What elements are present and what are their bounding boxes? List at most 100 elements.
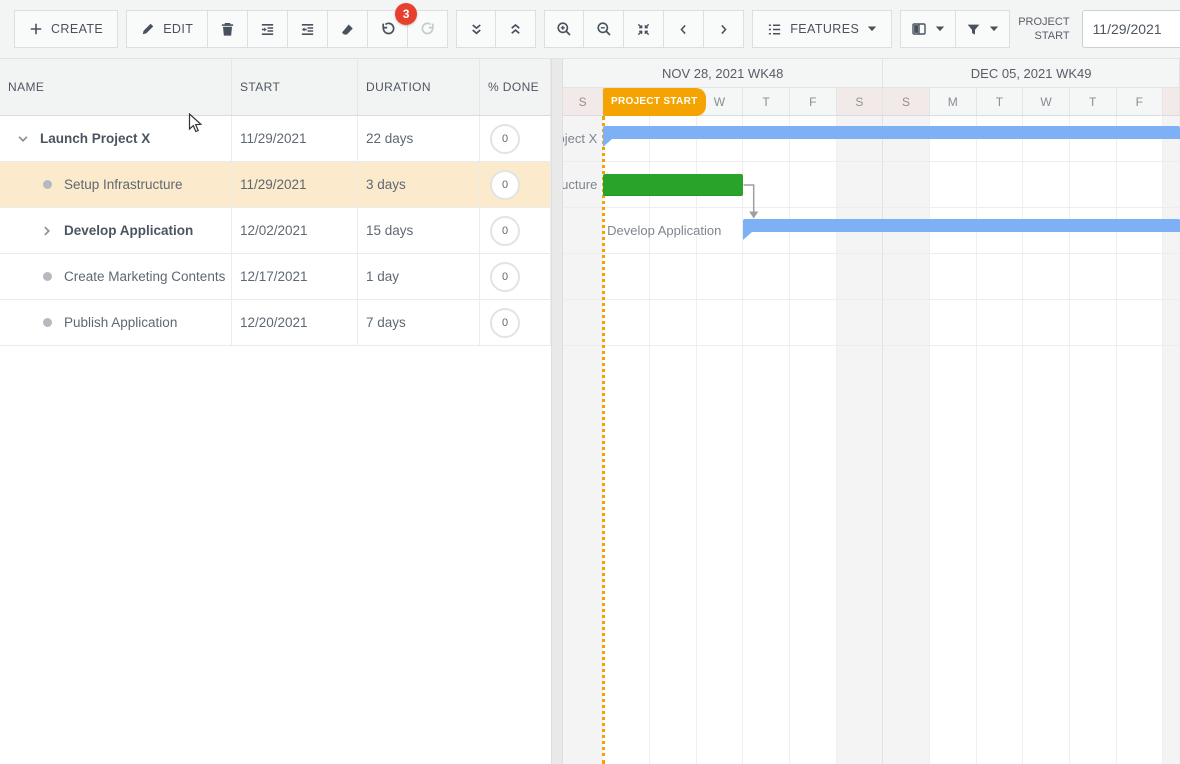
task-row[interactable]: Setup Infrastructure 11/29/20213 days0 [0,162,551,208]
eraser-button[interactable] [328,10,368,48]
column-header-name[interactable]: NAME [0,59,232,115]
timeline-row-line [563,300,1180,346]
leaf-bullet-icon [43,318,52,327]
toolbar: CREATE EDIT 3 [0,0,1180,59]
features-group: FEATURES [752,10,892,48]
column-header-duration[interactable]: DURATION [358,59,480,115]
expand-collapse-group [456,10,536,48]
task-name: Launch Project X [40,131,150,146]
grid-header: NAMESTARTDURATION% DONE [0,59,551,116]
project-start-marker-label: PROJECT START [603,88,706,116]
start-cell[interactable]: 12/02/2021 [232,208,358,253]
start-cell[interactable]: 12/17/2021 [232,254,358,299]
edit-button[interactable]: EDIT [126,10,208,48]
percent-done-cell[interactable]: 0 [480,116,551,161]
start-cell[interactable]: 12/20/2021 [232,300,358,345]
double-chevron-down-icon [469,22,484,37]
duration-cell[interactable]: 1 day [358,254,480,299]
columns-dropdown-button[interactable] [900,10,956,48]
timeline-day-header: PROJECT START SWTFSSMTWTF [563,88,1180,116]
name-cell[interactable]: Develop Application [0,208,232,253]
column-header-start[interactable]: START [232,59,358,115]
day-header-cell: S [563,88,603,115]
parent-bar-end-triangle [743,232,752,240]
task-row[interactable]: Publish Application12/20/20217 days0 [0,300,551,346]
name-cell[interactable]: Publish Application [0,300,232,345]
name-cell[interactable]: Create Marketing Contents [0,254,232,299]
day-header-cell: S [837,88,884,115]
task-row[interactable]: Launch Project X 11/29/202122 days 0 [0,116,551,162]
percent-done-badge: 0 [490,124,520,154]
delete-button[interactable] [208,10,248,48]
chevron-down-icon[interactable] [16,132,30,146]
create-label: CREATE [51,22,103,36]
timeline-body: Launch Project XSetup InfrastructureDeve… [563,116,1180,764]
start-cell[interactable]: 11/29/2021 [232,116,358,161]
duration-cell[interactable]: 7 days [358,300,480,345]
outdent-button[interactable] [288,10,328,48]
day-header-cell: S [883,88,930,115]
percent-done-cell[interactable]: 0 [480,254,551,299]
task-bar-develop-application[interactable] [743,219,1180,232]
duration-cell[interactable]: 3 days [358,162,480,207]
gantt-app: CREATE EDIT 3 [0,0,1180,764]
duration-cell[interactable]: 22 days [358,116,480,161]
expand-all-button[interactable] [456,10,496,48]
name-cell[interactable]: Setup Infrastructure [0,162,232,207]
features-dropdown-button[interactable]: FEATURES [752,10,892,48]
task-row[interactable]: Develop Application12/02/202115 days 0 [0,208,551,254]
task-name: Setup Infrastructure [64,177,183,192]
column-filter-group [900,10,1010,48]
redo-icon [420,21,436,37]
trash-icon [220,22,235,37]
column-header--done[interactable]: % DONE [480,59,551,115]
leaf-icon [40,272,54,281]
day-header-cell [1163,88,1180,115]
caret-down-icon [935,25,945,33]
filter-icon [966,22,981,37]
pencil-icon [141,22,155,36]
percent-done-badge: 0 [490,216,520,246]
day-header-cell: T [743,88,790,115]
plus-icon [29,22,43,36]
task-bar-label: Launch Project X [563,116,597,162]
shift-previous-button[interactable] [664,10,704,48]
task-row[interactable]: Create Marketing Contents12/17/20211 day… [0,254,551,300]
task-bar-launch-project-x[interactable] [603,126,1180,139]
checklist-icon [767,22,782,37]
day-header-cell: F [1117,88,1164,115]
project-start-date-input[interactable] [1093,21,1179,37]
week-header-cell: DEC 05, 2021 WK49 [883,59,1180,88]
start-cell[interactable]: 11/29/2021 [232,162,358,207]
filter-dropdown-button[interactable] [956,10,1010,48]
create-button[interactable]: CREATE [14,10,118,48]
eraser-icon [340,22,355,37]
day-header-cell: M [930,88,977,115]
leaf-bullet-icon [43,180,52,189]
leaf-icon [40,318,54,327]
task-bar-setup-infrastructure[interactable] [603,174,743,196]
percent-done-cell[interactable]: 0 [480,162,551,207]
collapse-all-button[interactable] [496,10,536,48]
timeline-pane: NOV 28, 2021 WK48DEC 05, 2021 WK49 PROJE… [563,59,1180,764]
percent-done-cell[interactable]: 0 [480,300,551,345]
timeline-row-line [563,116,1180,162]
edit-group: EDIT 3 [126,10,448,48]
caret-down-icon [989,25,999,33]
zoom-in-button[interactable] [544,10,584,48]
undo-button[interactable]: 3 [368,10,408,48]
zoom-out-button[interactable] [584,10,624,48]
zoom-in-icon [556,21,572,37]
project-start-field-label: PROJECT START [1018,15,1069,44]
shift-next-button[interactable] [704,10,744,48]
percent-done-cell[interactable]: 0 [480,208,551,253]
indent-button[interactable] [248,10,288,48]
name-cell[interactable]: Launch Project X [0,116,232,161]
leaf-bullet-icon [43,272,52,281]
chevron-right-icon[interactable] [40,224,54,238]
project-start-date-field[interactable] [1082,10,1180,48]
pane-splitter[interactable] [551,59,563,764]
zoom-to-fit-button[interactable] [624,10,664,48]
double-chevron-up-icon [508,22,523,37]
duration-cell[interactable]: 15 days [358,208,480,253]
